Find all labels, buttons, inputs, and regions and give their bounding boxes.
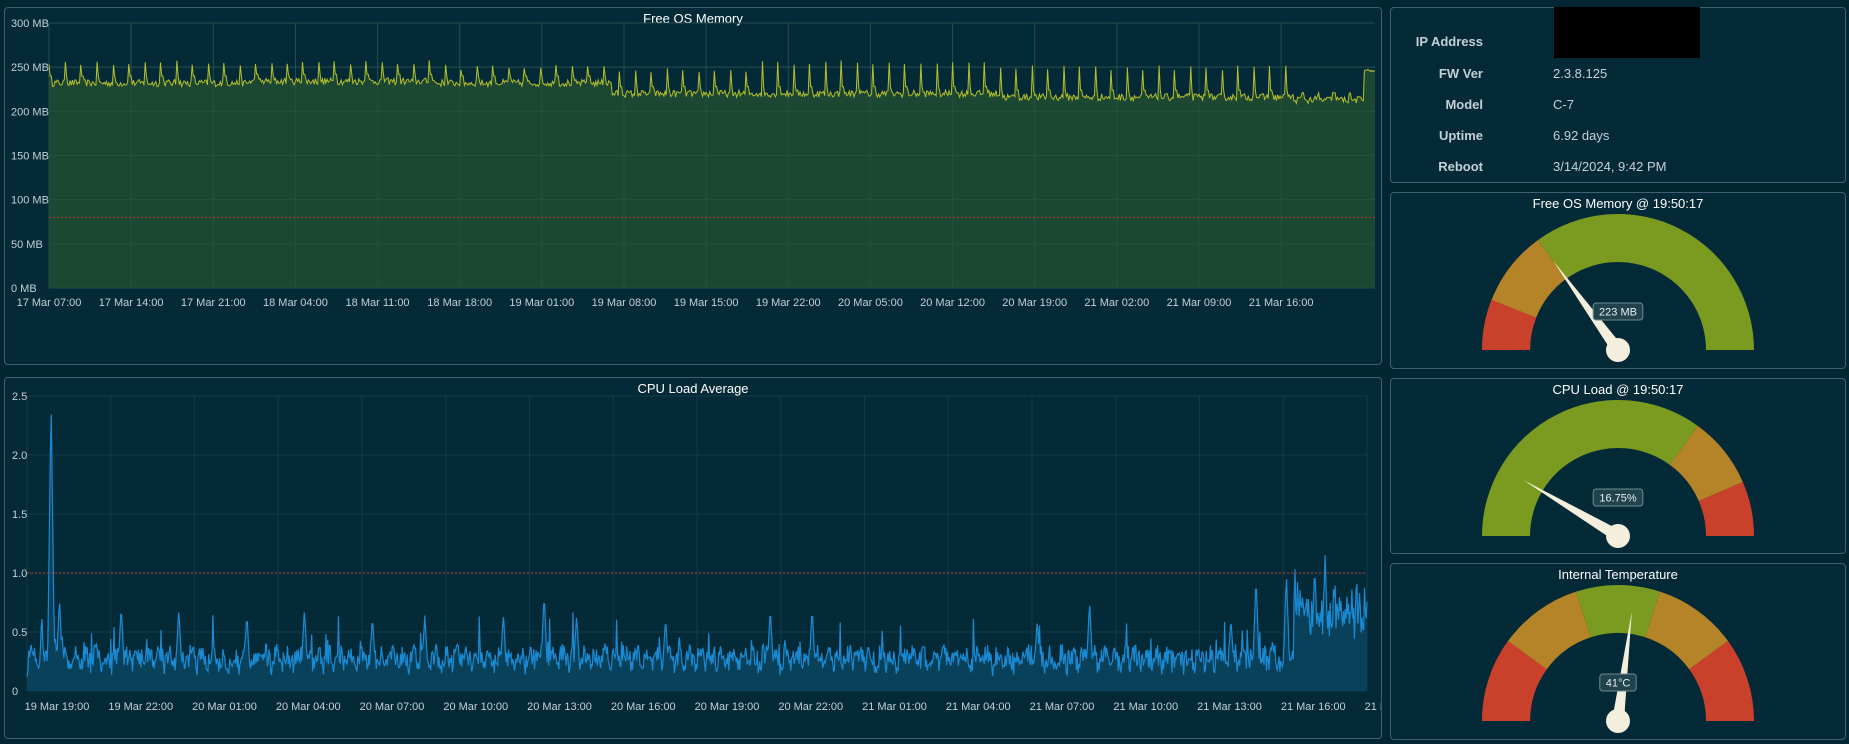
x-tick-label: 18 Mar 18:00 xyxy=(427,297,492,309)
x-tick-label: 20 Mar 12:00 xyxy=(920,297,985,309)
cpu-chart: 2.5 2.0 1.5 1.0 0.5 0 19 Mar 19:00 19 Mar 22:00… xyxy=(12,391,1381,713)
memory-gauge-panel: Free OS Memory @ 19:50:17 223 MB xyxy=(1390,192,1846,369)
gauge-pivot xyxy=(1606,709,1630,733)
x-tick-label: 19 Mar 22:00 xyxy=(108,701,173,713)
x-tick-label: 21 Mar 10:00 xyxy=(1113,701,1178,713)
x-tick-label: 19 Mar 19:00 xyxy=(25,701,90,713)
info-label: Model xyxy=(1445,97,1483,112)
gauge-value-label: 41°C xyxy=(1599,673,1637,692)
cpu-chart-panel: CPU Load Average 2.5 2.0 1.5 1.0 0.5 0 19 Mar … xyxy=(4,377,1382,739)
info-value: 3/14/2024, 9:42 PM xyxy=(1553,159,1667,174)
x-tick-label: 21 Mar 09:00 xyxy=(1167,297,1232,309)
x-tick-label: 21 Mar 19:00 xyxy=(1365,701,1381,713)
x-tick-label: 17 Mar 07:00 xyxy=(17,297,82,309)
x-tick-label: 21 Mar 02:00 xyxy=(1084,297,1149,309)
gauge-band xyxy=(1538,214,1754,350)
y-tick-label: 2.0 xyxy=(12,450,27,462)
x-tick-label: 20 Mar 01:00 xyxy=(192,701,257,713)
x-tick-label: 20 Mar 07:00 xyxy=(360,701,425,713)
gauge-value-label: 223 MB xyxy=(1592,302,1644,321)
info-label: Reboot xyxy=(1438,159,1483,174)
info-value: C-7 xyxy=(1553,97,1574,112)
x-tick-label: 20 Mar 22:00 xyxy=(778,701,843,713)
y-tick-label: 200 MB xyxy=(11,106,49,118)
y-tick-label: 0 xyxy=(12,686,18,698)
x-tick-label: 20 Mar 13:00 xyxy=(527,701,592,713)
x-tick-label: 19 Mar 01:00 xyxy=(509,297,574,309)
x-tick-label: 21 Mar 13:00 xyxy=(1197,701,1262,713)
info-row-reboot: Reboot 3/14/2024, 9:42 PM xyxy=(1391,159,1845,179)
x-tick-label: 18 Mar 04:00 xyxy=(263,297,328,309)
cpu-gauge: 16.75% xyxy=(1482,400,1754,548)
y-tick-label: 1.5 xyxy=(12,509,27,521)
x-tick-label: 21 Mar 04:00 xyxy=(946,701,1011,713)
y-tick-label: 0.5 xyxy=(12,627,27,639)
info-row-uptime: Uptime 6.92 days xyxy=(1391,128,1845,148)
y-tick-label: 300 MB xyxy=(11,18,49,30)
x-tick-label: 19 Mar 08:00 xyxy=(592,297,657,309)
gauge-pivot xyxy=(1606,524,1630,548)
info-value: 6.92 days xyxy=(1553,128,1610,143)
x-tick-label: 18 Mar 11:00 xyxy=(346,297,410,309)
memory-chart: 300 MB 250 MB 200 MB 150 MB 100 MB 50 MB 0 MB 1… xyxy=(11,18,1376,309)
y-tick-label: 2.5 xyxy=(12,391,27,403)
info-label: Uptime xyxy=(1438,128,1483,143)
x-tick-label: 21 Mar 16:00 xyxy=(1281,701,1346,713)
x-tick-label: 20 Mar 10:00 xyxy=(443,701,508,713)
y-tick-label: 1.0 xyxy=(12,568,27,580)
x-tick-label: 21 Mar 16:00 xyxy=(1249,297,1314,309)
cpu-grid xyxy=(26,395,1368,692)
y-tick-label: 0 MB xyxy=(11,283,37,295)
hub-info-panel: IP Address 1 FW Ver 2.3.8.125 Model C-7 … xyxy=(1390,7,1846,183)
redaction-box xyxy=(1554,7,1700,58)
x-tick-label: 19 Mar 15:00 xyxy=(674,297,739,309)
svg-text:16.75%: 16.75% xyxy=(1599,493,1637,505)
x-tick-label: 20 Mar 16:00 xyxy=(611,701,676,713)
info-label: IP Address xyxy=(1415,34,1483,49)
info-value: 2.3.8.125 xyxy=(1553,66,1608,81)
temperature-gauge: 41°C xyxy=(1482,585,1754,733)
gauge-band xyxy=(1575,585,1661,638)
x-tick-label: 21 Mar 01:00 xyxy=(862,701,927,713)
memory-area xyxy=(49,60,1375,289)
gauge-pivot xyxy=(1606,338,1630,362)
y-tick-label: 150 MB xyxy=(11,151,49,163)
gauge-value-label: 16.75% xyxy=(1592,488,1644,507)
info-label: FW Ver xyxy=(1438,66,1483,81)
x-tick-label: 20 Mar 04:00 xyxy=(276,701,341,713)
cpu-gauge-panel: CPU Load @ 19:50:17 16.75% xyxy=(1390,378,1846,554)
x-tick-label: 17 Mar 21:00 xyxy=(181,297,246,309)
memory-gauge: 223 MB xyxy=(1482,214,1754,362)
info-row-fw: FW Ver 2.3.8.125 xyxy=(1391,66,1845,86)
x-tick-label: 21 Mar 07:00 xyxy=(1030,701,1095,713)
x-tick-label: 17 Mar 14:00 xyxy=(99,297,164,309)
x-tick-label: 20 Mar 19:00 xyxy=(1002,297,1067,309)
x-tick-label: 20 Mar 05:00 xyxy=(838,297,903,309)
svg-text:223 MB: 223 MB xyxy=(1599,307,1637,319)
memory-chart-panel: Free OS Memory 300 MB 250 MB 200 MB 150 MB 1… xyxy=(4,7,1382,365)
temperature-gauge-panel: Internal Temperature 41°C xyxy=(1390,563,1846,740)
x-tick-label: 19 Mar 22:00 xyxy=(756,297,821,309)
svg-text:41°C: 41°C xyxy=(1606,678,1631,690)
info-row-model: Model C-7 xyxy=(1391,97,1845,117)
y-tick-label: 250 MB xyxy=(11,62,49,74)
y-tick-label: 100 MB xyxy=(11,195,49,207)
x-tick-label: 20 Mar 19:00 xyxy=(695,701,760,713)
y-tick-label: 50 MB xyxy=(11,239,43,251)
